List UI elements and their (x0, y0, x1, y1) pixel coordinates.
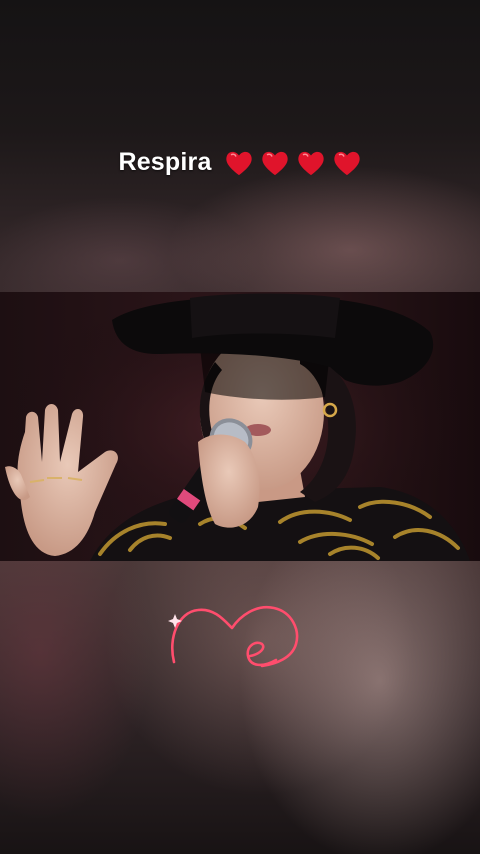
caption-text: Respira (118, 148, 212, 176)
heart-emoji-icon (297, 151, 324, 175)
singer-performance-image (0, 292, 480, 561)
heart-emoji-icon (333, 151, 360, 175)
heart-emoji-icon (225, 151, 252, 175)
signature-heart-logo (168, 605, 299, 668)
blurred-background-top (0, 0, 480, 292)
video-player[interactable] (0, 292, 480, 561)
video-caption: Respira (0, 148, 480, 177)
heart-emoji-icon (261, 151, 288, 175)
